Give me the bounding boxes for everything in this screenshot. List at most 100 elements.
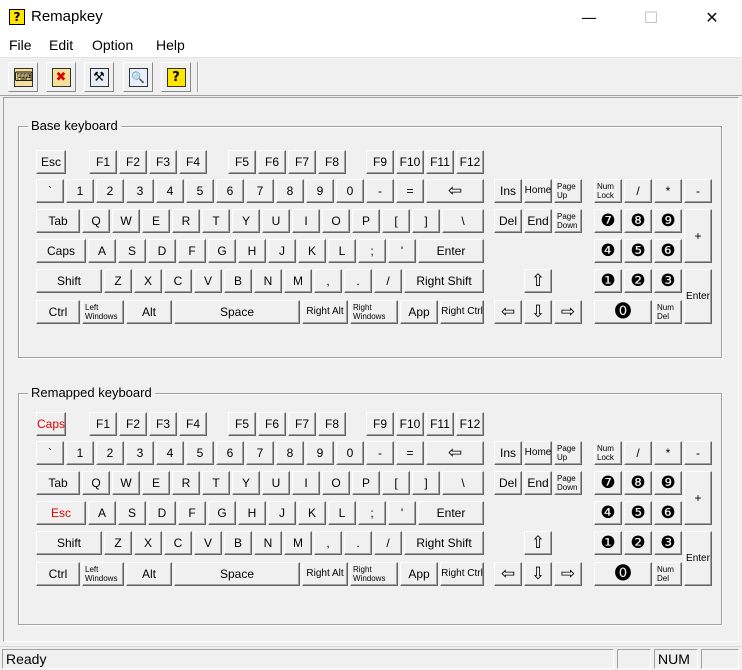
key-d[interactable]: D — [148, 239, 176, 263]
key-r[interactable]: R — [172, 209, 200, 233]
key-num-plus[interactable]: + — [684, 209, 712, 263]
key-4[interactable]: 4 — [156, 179, 184, 203]
key-5[interactable]: 5 — [186, 179, 214, 203]
key-slash[interactable]: / — [374, 531, 402, 555]
menu-option[interactable]: Option — [92, 37, 133, 53]
key-page-up[interactable]: Page Up — [554, 179, 582, 203]
key-i[interactable]: I — [292, 471, 320, 495]
key-num-7[interactable]: ❼ — [594, 209, 622, 233]
key-2[interactable]: 2 — [96, 441, 124, 465]
key-f9[interactable]: F9 — [366, 150, 394, 174]
key-8[interactable]: 8 — [276, 179, 304, 203]
key-del[interactable]: Del — [494, 471, 522, 495]
key-t[interactable]: T — [202, 209, 230, 233]
key-f11[interactable]: F11 — [426, 412, 454, 436]
key-w[interactable]: W — [112, 471, 140, 495]
key-o[interactable]: O — [322, 471, 350, 495]
key-slash[interactable]: / — [374, 269, 402, 293]
key-arrow-up[interactable]: ⇧ — [524, 269, 552, 293]
key-num-divide[interactable]: / — [624, 179, 652, 203]
key-7[interactable]: 7 — [246, 441, 274, 465]
key-z[interactable]: Z — [104, 531, 132, 555]
key-quote[interactable]: ' — [388, 501, 416, 525]
key-shift[interactable]: Shift — [36, 531, 102, 555]
key-comma[interactable]: , — [314, 269, 342, 293]
key-x[interactable]: X — [134, 531, 162, 555]
key-alt[interactable]: Alt — [126, 300, 172, 324]
key-num-plus[interactable]: + — [684, 471, 712, 525]
key-num-0[interactable]: ⓿ — [594, 300, 652, 324]
key-2[interactable]: 2 — [96, 179, 124, 203]
key-num-0[interactable]: ⓿ — [594, 562, 652, 586]
key-f9[interactable]: F9 — [366, 412, 394, 436]
key-end[interactable]: End — [524, 209, 552, 233]
key-left-windows[interactable]: Left Windows — [82, 300, 124, 324]
key-f6[interactable]: F6 — [258, 150, 286, 174]
key-num-2[interactable]: ❷ — [624, 531, 652, 555]
key-app[interactable]: App — [400, 562, 438, 586]
key-tab[interactable]: Tab — [36, 471, 80, 495]
toolbar-help-button[interactable]: ? — [161, 62, 191, 92]
key-b[interactable]: B — [224, 531, 252, 555]
key-y[interactable]: Y — [232, 471, 260, 495]
key-f8[interactable]: F8 — [318, 412, 346, 436]
key-f[interactable]: F — [178, 501, 206, 525]
key-s[interactable]: S — [118, 239, 146, 263]
key-w[interactable]: W — [112, 209, 140, 233]
key-arrow-right[interactable]: ⇨ — [554, 562, 582, 586]
key-right-windows[interactable]: Right Windows — [350, 300, 398, 324]
key-home[interactable]: Home — [524, 441, 552, 465]
key-f[interactable]: F — [178, 239, 206, 263]
key-esc[interactable]: Caps — [36, 412, 66, 436]
key-num-2[interactable]: ❷ — [624, 269, 652, 293]
key-num-4[interactable]: ❹ — [594, 239, 622, 263]
key-lbracket[interactable]: [ — [382, 209, 410, 233]
key-num-divide[interactable]: / — [624, 441, 652, 465]
key-ins[interactable]: Ins — [494, 179, 522, 203]
key-a[interactable]: A — [88, 239, 116, 263]
key-backslash[interactable]: \ — [442, 209, 484, 233]
key-3[interactable]: 3 — [126, 441, 154, 465]
key-num-minus[interactable]: - — [684, 441, 712, 465]
key-right-alt[interactable]: Right Alt — [302, 562, 348, 586]
key-backspace[interactable]: ⇦ — [426, 179, 484, 203]
key-caps[interactable]: Caps — [36, 239, 86, 263]
key-k[interactable]: K — [298, 239, 326, 263]
key-num-1[interactable]: ❶ — [594, 269, 622, 293]
key-num-8[interactable]: ❽ — [624, 471, 652, 495]
key-arrow-down[interactable]: ⇩ — [524, 562, 552, 586]
key-num-enter[interactable]: Enter — [684, 531, 712, 586]
key-f12[interactable]: F12 — [456, 412, 484, 436]
key-0[interactable]: 0 — [336, 441, 364, 465]
key-f3[interactable]: F3 — [149, 412, 177, 436]
key-space[interactable]: Space — [174, 562, 300, 586]
key-right-windows[interactable]: Right Windows — [350, 562, 398, 586]
key-semicolon[interactable]: ; — [358, 501, 386, 525]
key-1[interactable]: 1 — [66, 441, 94, 465]
key-rbracket[interactable]: ] — [412, 209, 440, 233]
key-num-1[interactable]: ❶ — [594, 531, 622, 555]
menu-help[interactable]: Help — [156, 37, 185, 53]
key-minus[interactable]: - — [366, 441, 394, 465]
key-num-lock[interactable]: Num Lock — [594, 441, 622, 465]
key-9[interactable]: 9 — [306, 179, 334, 203]
key-num-multiply[interactable]: * — [654, 441, 682, 465]
key-left-windows[interactable]: Left Windows — [82, 562, 124, 586]
key-del[interactable]: Del — [494, 209, 522, 233]
key-t[interactable]: T — [202, 471, 230, 495]
key-v[interactable]: V — [194, 269, 222, 293]
key-backtick[interactable]: ` — [36, 441, 64, 465]
key-rbracket[interactable]: ] — [412, 471, 440, 495]
key-enter[interactable]: Enter — [418, 501, 484, 525]
key-f12[interactable]: F12 — [456, 150, 484, 174]
key-minus[interactable]: - — [366, 179, 394, 203]
key-e[interactable]: E — [142, 209, 170, 233]
key-p[interactable]: P — [352, 209, 380, 233]
key-semicolon[interactable]: ; — [358, 239, 386, 263]
toolbar-find-button[interactable]: 🔍 — [123, 62, 153, 92]
key-f1[interactable]: F1 — [89, 150, 117, 174]
key-space[interactable]: Space — [174, 300, 300, 324]
key-5[interactable]: 5 — [186, 441, 214, 465]
key-f7[interactable]: F7 — [288, 412, 316, 436]
key-n[interactable]: N — [254, 531, 282, 555]
